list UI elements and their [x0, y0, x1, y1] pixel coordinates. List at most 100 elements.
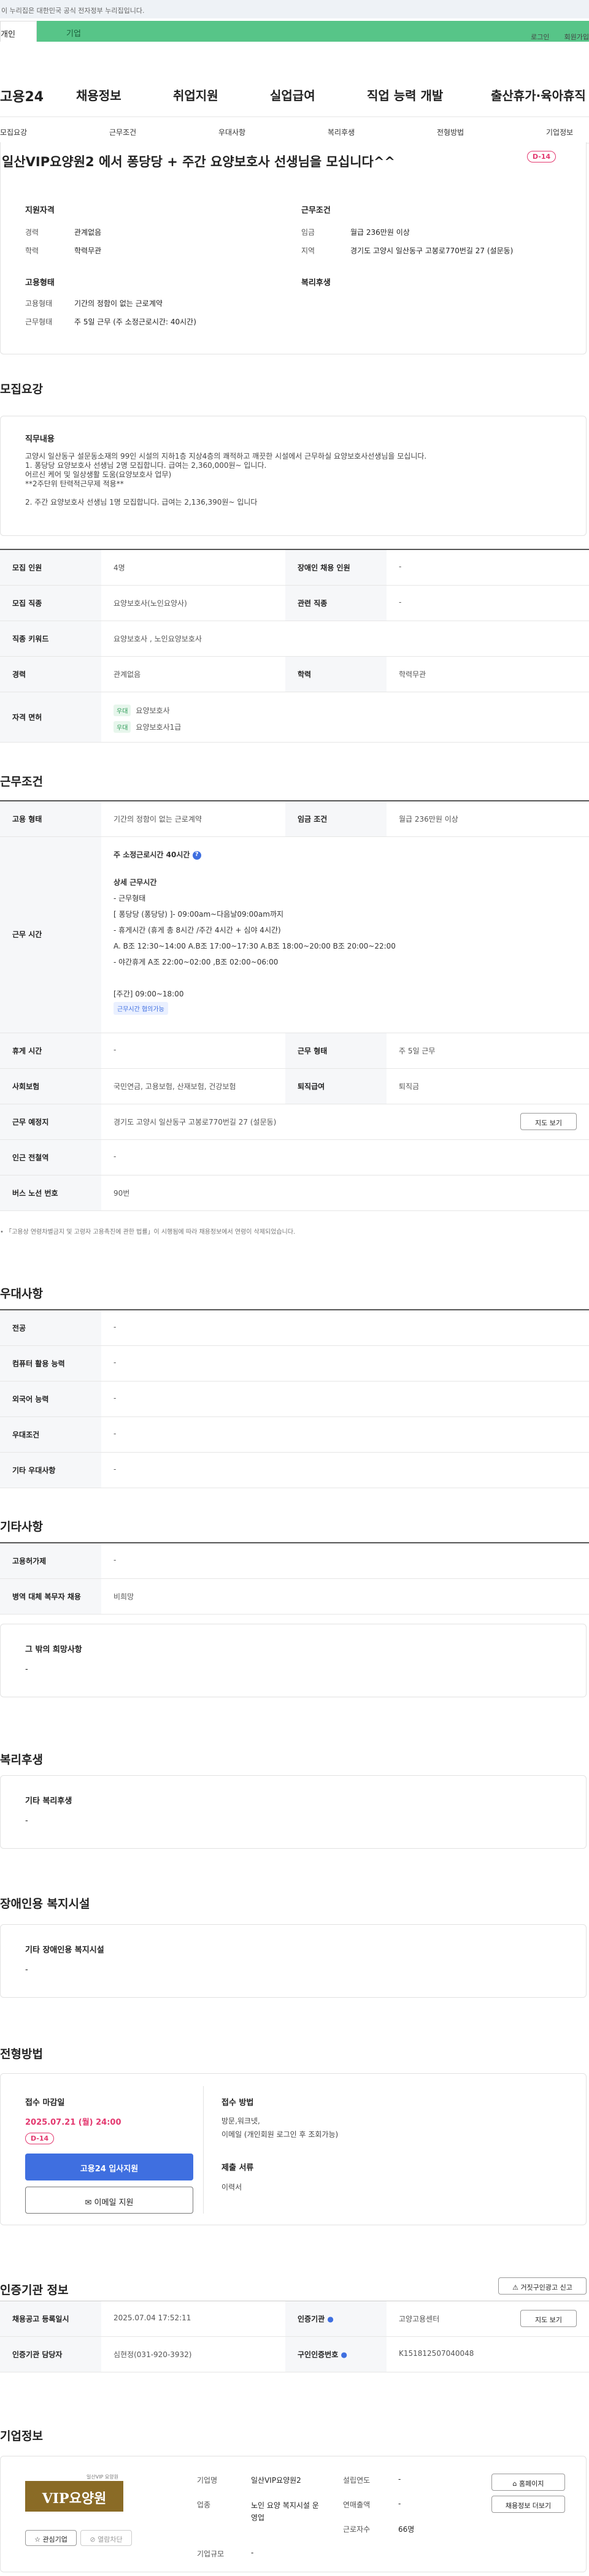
etc-heading: 기타사항 — [0, 1520, 43, 1534]
cond-section-heading: 근무조건 — [0, 775, 43, 789]
welfare-section-heading: 복리후생 — [0, 1753, 43, 1767]
lnb-welfare[interactable]: 복리후생 — [328, 127, 355, 137]
emp-type-value: 기간의 정함이 없는 근로계약 — [74, 299, 163, 308]
emp-value: 66명 — [398, 2525, 415, 2534]
cell-label: 직종 키워드 — [0, 621, 101, 656]
detail-lines: 상세 근무시간 - 근무형태 [ 퐁당당 (퐁당당) ]- 09:00am~다음날0… — [114, 874, 589, 1002]
hope-box: 그 밖의 희망사항 - — [0, 1624, 587, 1697]
cell-value: 국민연금, 고용보험, 산재보험, 건강보험 — [114, 1082, 236, 1091]
cell-value: 기간의 정함이 없는 근로계약 — [114, 815, 202, 824]
more-jobs-button[interactable]: 채용정보 더보기 — [491, 2496, 565, 2513]
cell-value: - — [114, 1358, 117, 1367]
login-link[interactable]: 로그인 — [531, 33, 549, 41]
fav-company-button[interactable]: ☆ 관심기업 — [25, 2530, 77, 2546]
job-desc-box: 직무내용 고양시 일산동구 설문동소재의 99인 시설의 지하1층 지상4층의 … — [0, 416, 587, 536]
cell-value: 학력무관 — [399, 670, 426, 679]
cell-label: 고용 형태 — [0, 801, 101, 836]
sales-label: 연매출액 — [343, 2501, 371, 2509]
cert-heading: 인증기관 정보 — [0, 2284, 69, 2297]
apply-button[interactable]: 고용24 입사지원 — [25, 2154, 193, 2180]
job-summary-card: 일산VIP요양원2 에서 퐁당당 + 주간 요양보호사 선생님을 모십니다^^ … — [0, 142, 587, 354]
cell-label: 병역 대체 복무자 채용 — [0, 1579, 101, 1614]
job-desc-line: **2주단위 탄력적근무제 적용** — [25, 480, 124, 488]
cell-value: 월급 236만원 이상 — [399, 815, 458, 824]
logo[interactable]: 고용24 — [0, 86, 44, 105]
cell-value: 요양보호사 , 노인요양보호사 — [114, 635, 202, 643]
tab-personal[interactable]: 개인 — [0, 21, 37, 42]
cell-value: - — [399, 598, 402, 606]
work-detail-line: [주간] 09:00~18:00 — [114, 990, 184, 998]
cell-label: 퇴직급여 — [285, 1069, 387, 1104]
homepage-button[interactable]: ⌂ 홈페이지 — [491, 2474, 565, 2491]
star-icon: ☆ — [34, 2536, 43, 2544]
report-button[interactable]: ⚠ 거짓구인광고 신고 — [498, 2277, 587, 2295]
method-lines: 방문,워크넷, 이메일 (개인회원 로그인 후 조회가능) — [221, 2114, 338, 2141]
cell-label: 관련 직종 — [285, 586, 387, 621]
gnb-item-jobs[interactable]: 채용정보 — [76, 86, 121, 104]
lnb-preference[interactable]: 우대사항 — [218, 127, 245, 137]
map-button[interactable]: 지도 보기 — [520, 1113, 577, 1130]
job-title: 일산VIP요양원2 에서 퐁당당 + 주간 요양보호사 선생님을 모십니다^^ — [2, 155, 396, 169]
work-detail-line — [114, 970, 589, 986]
cell-value: K151812507040048 — [399, 2349, 474, 2358]
loc-value: 경기도 고양시 일산동구 고봉로770번길 27 (설문동) — [350, 247, 514, 255]
industry-label: 업종 — [197, 2501, 211, 2509]
info-icon[interactable]: ? — [192, 850, 201, 860]
email-apply-button[interactable]: ✉ 이메일 지원 — [25, 2187, 193, 2214]
cert-map-button[interactable]: 지도 보기 — [520, 2310, 577, 2327]
cell-label: 인근 전철역 — [0, 1140, 101, 1175]
cell-value: - — [114, 1465, 117, 1473]
lnb-apply[interactable]: 전형방법 — [437, 127, 464, 137]
lnb-company[interactable]: 기업정보 — [546, 127, 573, 137]
est-label: 설립연도 — [343, 2476, 371, 2485]
gnb-item-support[interactable]: 취업지원 — [173, 86, 218, 104]
company-logo-text: VIP요양원 — [42, 2491, 107, 2507]
etc-table: 고용허가제 - 병역 대체 복무자 채용 비희망 — [0, 1542, 589, 1615]
lnb-condition[interactable]: 근무조건 — [109, 127, 136, 137]
tab-company[interactable]: 기업 — [37, 21, 589, 42]
deadline-value: 2025.07.21 (월) 24:00 — [25, 2118, 121, 2127]
job-desc-line: 고양시 일산동구 설문동소재의 99인 시설의 지하1층 지상4층의 쾌적하고 … — [25, 452, 427, 461]
wage-value: 월급 236만원 이상 — [350, 228, 410, 237]
emp-heading: 고용형태 — [25, 278, 55, 288]
cell-value: 4명 — [114, 564, 125, 572]
email-apply-label: 이메일 지원 — [94, 2198, 134, 2207]
work-type-value: 주 5일 근무 (주 소정근로시간: 40시간) — [74, 318, 196, 326]
lnb-recruit[interactable]: 모집요강 — [0, 127, 27, 137]
method-heading: 접수 방법 — [221, 2098, 254, 2108]
welfare-box: 기타 복리후생 - — [0, 1775, 587, 1849]
cell-value: - — [114, 1556, 117, 1564]
disab-box-heading: 기타 장애인용 복지시설 — [25, 1946, 104, 1955]
cell-label: 사회보험 — [0, 1069, 101, 1104]
name-value: 일산VIP요양원2 — [251, 2476, 301, 2485]
cell-value: 퇴직금 — [399, 1082, 420, 1091]
cell-label: 채용공고 등록일시 — [0, 2301, 101, 2336]
apply-dday-badge: D-14 — [25, 2133, 55, 2144]
info-icon[interactable]: ● — [327, 2315, 333, 2323]
work-detail-line: A. B조 12:30~14:00 A.B조 17:00~17:30 A.B조 … — [114, 942, 396, 950]
info-icon[interactable]: ● — [341, 2350, 347, 2359]
work-detail-line: - 근무형태 — [114, 894, 146, 903]
cell-label: 인증기관 ● — [285, 2301, 387, 2336]
cell-value: - — [114, 1152, 117, 1161]
cert-agency-label: 인증기관 — [298, 2315, 325, 2323]
work-detail-line: 상세 근무시간 — [114, 878, 157, 887]
method-line: 이메일 (개인회원 로그인 후 조회가능) — [221, 2130, 339, 2139]
home-icon: ⌂ — [512, 2480, 519, 2488]
cell-label: 구인인증번호 ● — [285, 2337, 387, 2372]
work-detail-line: [ 퐁당당 (퐁당당) ]- 09:00am~다음날09:00am까지 — [114, 910, 284, 919]
cell-label: 임금 조건 — [285, 801, 387, 836]
est-value: - — [398, 2475, 401, 2483]
gnb-item-training[interactable]: 직업 능력 개발 — [367, 86, 443, 104]
gnb-item-leave[interactable]: 출산휴가·육아휴직 — [491, 86, 586, 104]
age-notice-text: 「고용상 연령차별금지 및 고령자 고용촉진에 관한 법률」이 시행됨에 따라 … — [6, 1229, 296, 1236]
career-label: 경력 — [25, 228, 39, 237]
report-icon: ⚠ — [512, 2284, 521, 2291]
emp-label: 근로자수 — [343, 2525, 371, 2534]
cell-label: 근무 예정지 — [0, 1104, 101, 1139]
block-button[interactable]: ⊘ 열람차단 — [80, 2530, 132, 2546]
signup-link[interactable]: 회원가입 — [564, 33, 589, 41]
apply-heading: 전형방법 — [0, 2047, 43, 2061]
site-tabs: 개인 기업 — [0, 18, 589, 48]
gnb-item-benefit[interactable]: 실업급여 — [270, 86, 315, 104]
